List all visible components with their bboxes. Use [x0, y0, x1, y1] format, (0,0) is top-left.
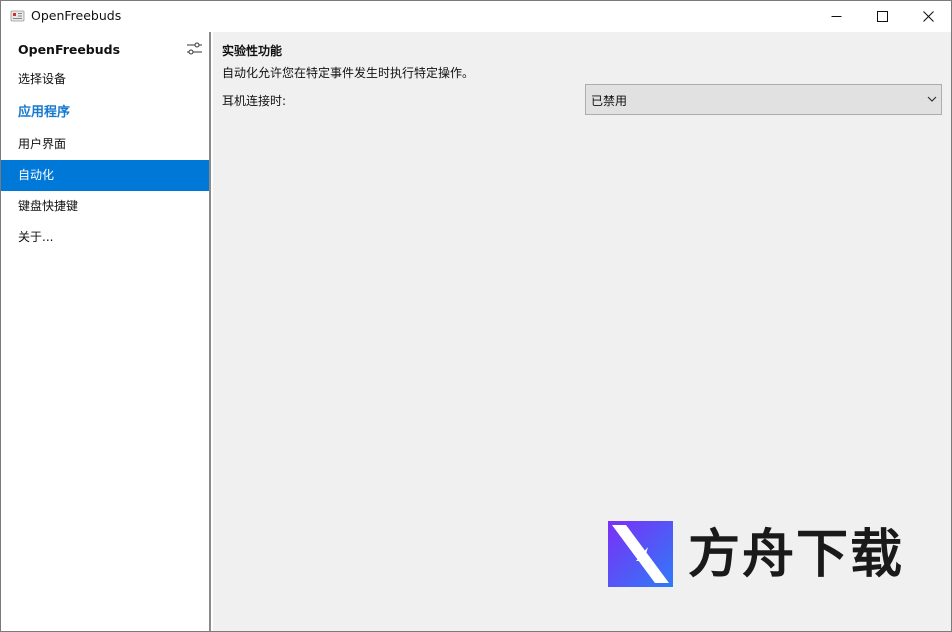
sidebar-section-application: 应用程序: [1, 97, 209, 128]
sidebar-item-keyboard-shortcuts[interactable]: 键盘快捷键: [1, 191, 209, 222]
sidebar-item-user-interface[interactable]: 用户界面: [1, 129, 209, 160]
maximize-icon: [876, 11, 888, 22]
select-value: 已禁用: [591, 94, 628, 108]
close-icon: [922, 11, 934, 22]
sidebar-title: OpenFreebuds: [18, 42, 121, 57]
title-bar[interactable]: OpenFreebuds: [1, 1, 951, 32]
watermark-text: 方舟下载: [688, 525, 905, 585]
section-title: 实验性功能: [222, 44, 283, 58]
sidebar-section-label: 应用程序: [18, 105, 71, 120]
sidebar-item-label: 键盘快捷键: [18, 199, 79, 213]
maximize-button[interactable]: [859, 1, 905, 32]
close-button[interactable]: [905, 1, 951, 32]
headset-connected-label: 耳机连接时:: [222, 94, 287, 108]
minimize-button[interactable]: [813, 1, 859, 32]
app-icon: [10, 10, 25, 22]
sidebar: OpenFreebuds 选择设备 应用程序 用户界面 自动化 键盘快捷键 关于…: [1, 32, 211, 631]
headset-connected-select[interactable]: 已禁用: [585, 84, 942, 115]
chevron-down-icon: [927, 96, 937, 102]
sidebar-item-label: 关于...: [18, 230, 54, 244]
watermark-logo: [608, 521, 673, 587]
sidebar-item-automation[interactable]: 自动化: [1, 160, 209, 191]
app-window: OpenFreebuds OpenFreebuds 选择设备 应用程序 用户界面…: [0, 0, 952, 632]
sidebar-item-about[interactable]: 关于...: [1, 222, 209, 253]
section-description: 自动化允许您在特定事件发生时执行特定操作。: [222, 66, 475, 80]
minimize-icon: [831, 16, 841, 17]
sidebar-item-label: 用户界面: [18, 137, 67, 151]
sidebar-item-select-device[interactable]: 选择设备: [1, 64, 209, 95]
watermark: 方舟下载: [608, 521, 908, 589]
sidebar-header: OpenFreebuds: [1, 32, 209, 64]
sliders-icon[interactable]: [186, 41, 203, 57]
sidebar-item-label: 自动化: [18, 168, 55, 182]
window-title: OpenFreebuds: [31, 8, 122, 23]
sidebar-item-label: 选择设备: [18, 72, 67, 86]
